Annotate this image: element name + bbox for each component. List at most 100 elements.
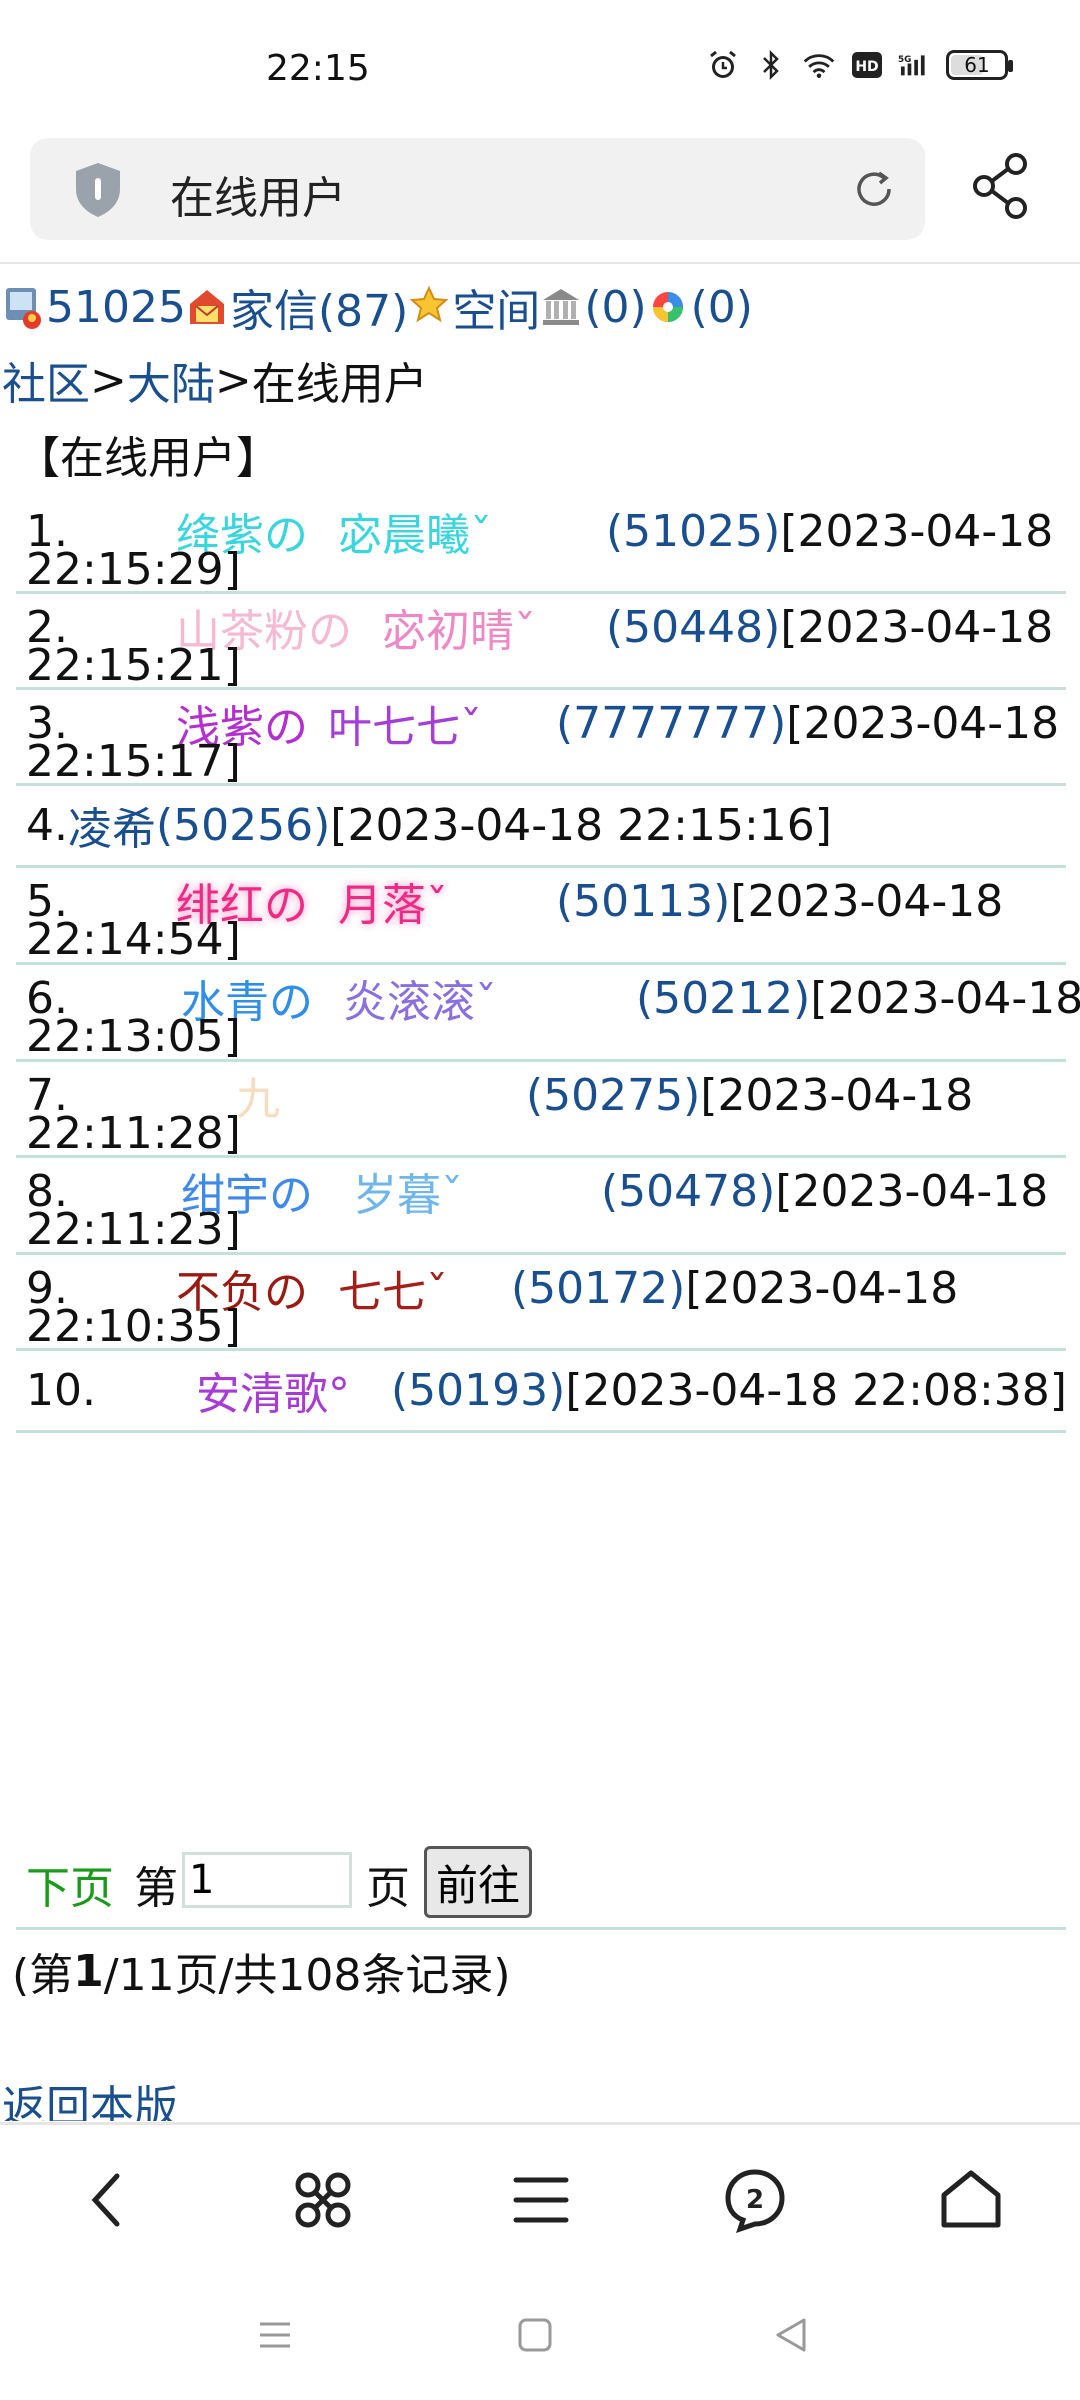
- user-toolbar: 51025 家信(87) 空间 (0) (0): [2, 272, 753, 342]
- status-time: 22:15: [266, 48, 370, 89]
- online-time: 22:15:21]: [26, 639, 241, 691]
- breadcrumb-community[interactable]: 社区: [2, 348, 90, 412]
- menu-icon[interactable]: [506, 2165, 576, 2235]
- page-title[interactable]: 在线用户: [170, 162, 346, 226]
- list-item: 10. 安清歌° (50193)[2023-04-18 22:08:38]: [16, 1351, 1067, 1433]
- page-label: 第: [134, 1863, 178, 1914]
- nickname-part: 叶七七ˇ: [328, 702, 482, 753]
- star-icon: [408, 284, 450, 330]
- user-id-link[interactable]: (50113): [556, 876, 730, 927]
- user-id-link[interactable]: (51025): [606, 506, 780, 557]
- user-meta: (50275)[2023-04-18: [526, 1070, 973, 1121]
- bank-icon: [540, 284, 582, 330]
- page-unit-label: 页: [366, 1863, 410, 1914]
- user-meta: (50212)[2023-04-18: [636, 973, 1080, 1024]
- divider: [0, 262, 1080, 264]
- user-nickname-link[interactable]: 九: [236, 1063, 280, 1127]
- online-user-list: 1. 绛紫の 宓晨曦ˇ (51025)[2023-04-18 22:15:29] 2. 山茶…: [16, 498, 1080, 1433]
- user-meta: (7777777)[2023-04-18: [556, 698, 1059, 749]
- mail-icon: [186, 284, 228, 330]
- list-item-line: 22:15:17]: [26, 730, 241, 792]
- user-id-link[interactable]: 51025: [46, 282, 186, 333]
- bank-link[interactable]: (0): [584, 282, 646, 333]
- list-item: 1. 绛紫の 宓晨曦ˇ (51025)[2023-04-18 22:15:29]: [16, 498, 1066, 595]
- list-item-line: 22:14:54]: [26, 908, 241, 970]
- section-title: 【在线用户】: [16, 433, 280, 484]
- online-time: [2023-04-18: [775, 1165, 1049, 1217]
- apps-icon[interactable]: [288, 2165, 358, 2235]
- list-item-line: 22:15:29]: [26, 538, 241, 600]
- online-time: 22:13:05]: [26, 1010, 241, 1062]
- list-item-line: 10. 安清歌° (50193)[2023-04-18 22:08:38]: [26, 1359, 1067, 1421]
- address-bar[interactable]: 在线用户: [30, 138, 925, 240]
- breadcrumb-region[interactable]: 大陆: [127, 348, 215, 412]
- online-time: [2023-04-18 22:15:16]: [330, 799, 832, 851]
- user-meta: (50193)[2023-04-18 22:08:38]: [391, 1365, 1067, 1416]
- alarm-icon: [706, 48, 740, 82]
- nickname-part: 宓初晴ˇ: [382, 606, 536, 657]
- user-id-link[interactable]: (50193): [391, 1365, 565, 1416]
- photo-icon: [647, 284, 689, 330]
- home-square-icon[interactable]: [510, 2310, 560, 2360]
- list-item: 5. 绯红の 月落ˇ (50113)[2023-04-18 22:14:54]: [16, 868, 1066, 965]
- online-time: [2023-04-18: [685, 1262, 959, 1314]
- system-back-icon[interactable]: [766, 2310, 816, 2360]
- list-item: 8. 绀宇の 岁暮ˇ (50478)[2023-04-18 22:11:23]: [16, 1158, 1066, 1255]
- breadcrumb-separator: >: [214, 354, 252, 406]
- list-item: 3. 浅紫の 叶七七ˇ (7777777)[2023-04-18 22:15:17]: [16, 690, 1066, 787]
- online-time: 22:15:29]: [26, 543, 241, 595]
- list-item-line: 22:10:35]: [26, 1295, 241, 1357]
- nickname-part: 炎滚滚ˇ: [343, 977, 497, 1028]
- online-time: [2023-04-18: [786, 697, 1060, 749]
- browser-nav-bar: 2: [0, 2125, 1080, 2265]
- online-time: 22:15:17]: [26, 735, 241, 787]
- user-id-link[interactable]: (50172): [511, 1263, 685, 1314]
- online-time: [2023-04-18 22:08:38]: [565, 1364, 1067, 1416]
- user-id-link[interactable]: (7777777): [556, 698, 786, 749]
- back-icon[interactable]: [72, 2165, 142, 2235]
- list-item: 7. 九 (50275)[2023-04-18 22:11:28]: [16, 1062, 1066, 1159]
- online-time: [2023-04-18: [810, 972, 1080, 1024]
- user-id-link[interactable]: (50275): [526, 1070, 700, 1121]
- nickname-part: 七七ˇ: [338, 1267, 448, 1318]
- page-info-prefix: (第: [12, 1950, 74, 2001]
- back-to-board-link[interactable]: 返回本版: [2, 2071, 178, 2121]
- shield-icon[interactable]: [70, 160, 126, 220]
- user-rank: 10.: [26, 1364, 96, 1416]
- user-id-link[interactable]: (50212): [636, 973, 810, 1024]
- user-id-link[interactable]: (50478): [601, 1166, 775, 1217]
- go-button[interactable]: 前往: [424, 1846, 532, 1918]
- user-id-link[interactable]: (50448): [606, 602, 780, 653]
- recents-icon[interactable]: [250, 2310, 300, 2360]
- reload-icon[interactable]: [849, 164, 899, 214]
- user-nickname-link[interactable]: 安清歌°: [196, 1358, 350, 1422]
- user-id-link[interactable]: (50256): [156, 800, 330, 851]
- svg-text:2: 2: [746, 2185, 764, 2215]
- page-info-current: 1: [73, 1945, 104, 1997]
- online-time: [2023-04-18: [780, 505, 1054, 557]
- breadcrumb: 社区 > 大陆 > 在线用户: [2, 346, 428, 414]
- hd-icon: HD: [850, 48, 884, 82]
- nickname-part: 月落ˇ: [338, 880, 448, 931]
- page-number-input[interactable]: [182, 1852, 352, 1908]
- system-nav-bar: [0, 2290, 1080, 2400]
- mail-link[interactable]: 家信(87): [230, 275, 408, 339]
- list-item: 4. 凌希 (50256) [2023-04-18 22:15:16]: [16, 786, 1066, 868]
- nickname-part: 岁暮ˇ: [353, 1170, 463, 1221]
- user-nickname-link[interactable]: 凌希: [68, 793, 156, 857]
- next-page-link[interactable]: 下页: [26, 1852, 114, 1916]
- space-link[interactable]: 空间: [452, 275, 540, 339]
- nickname-part: 宓晨曦ˇ: [338, 510, 492, 561]
- nickname-part: 九: [236, 1074, 280, 1125]
- list-item: 2. 山茶粉の 宓初晴ˇ (50448)[2023-04-18 22:15:21]: [16, 594, 1066, 691]
- online-time: 22:11:23]: [26, 1203, 241, 1255]
- photo-link[interactable]: (0): [691, 282, 753, 333]
- user-meta: (50478)[2023-04-18: [601, 1166, 1048, 1217]
- home-icon[interactable]: [936, 2165, 1006, 2235]
- page-info-total: /11页/共108条记录): [103, 1950, 511, 2001]
- share-icon[interactable]: [968, 150, 1034, 222]
- user-avatar-icon: [2, 284, 44, 330]
- tabs-icon[interactable]: 2: [720, 2165, 790, 2235]
- user-meta: (51025)[2023-04-18: [606, 506, 1053, 557]
- pager: 下页 第 页 前往: [16, 1836, 1066, 1930]
